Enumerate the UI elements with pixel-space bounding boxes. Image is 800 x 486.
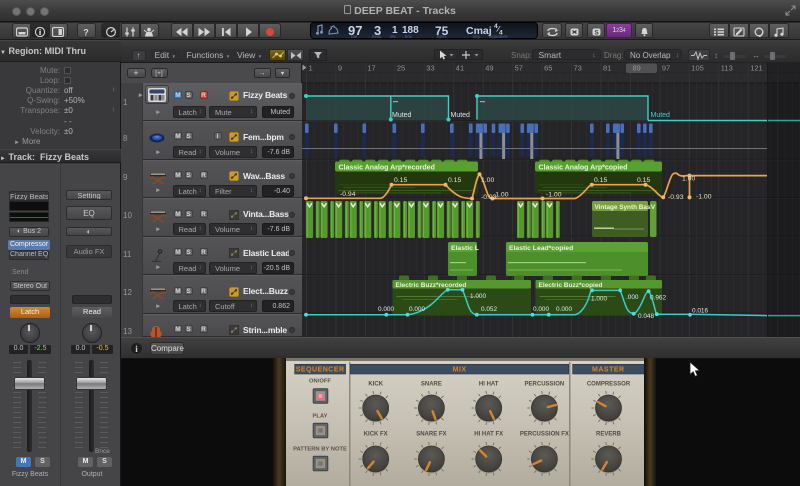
svg-text:113: 113 xyxy=(721,64,733,73)
svg-text:Muted: Muted xyxy=(392,112,412,119)
svg-text:1.000: 1.000 xyxy=(591,296,607,303)
svg-text:0.962: 0.962 xyxy=(650,295,666,302)
svg-text:0.000: 0.000 xyxy=(533,306,549,313)
svg-text:Muted: Muted xyxy=(451,112,471,119)
svg-text:SNARE FX: SNARE FX xyxy=(416,432,446,438)
svg-text:PLAY: PLAY xyxy=(313,414,328,420)
svg-text:0.15: 0.15 xyxy=(394,177,407,184)
svg-text:ON/OFF: ON/OFF xyxy=(309,379,331,385)
svg-text:V: V xyxy=(651,204,656,211)
svg-text:1: 1 xyxy=(309,64,313,73)
svg-text:1.00: 1.00 xyxy=(682,176,695,183)
svg-text:57: 57 xyxy=(515,64,523,73)
svg-text:PERCUSSION FX: PERCUSSION FX xyxy=(520,432,569,438)
svg-text:0.048: 0.048 xyxy=(638,313,654,320)
svg-text:81: 81 xyxy=(603,64,611,73)
svg-text:.000: .000 xyxy=(626,294,639,301)
svg-text:Vintage Synth Bas: Vintage Synth Bas xyxy=(595,204,651,211)
svg-text:REVERB: REVERB xyxy=(596,432,622,438)
svg-text:MIX: MIX xyxy=(453,367,467,374)
svg-text:HI HAT: HI HAT xyxy=(479,382,499,388)
svg-text:0.15: 0.15 xyxy=(448,177,461,184)
svg-text:97: 97 xyxy=(662,64,670,73)
svg-text:17: 17 xyxy=(367,64,375,73)
svg-text:1.00: 1.00 xyxy=(481,177,494,184)
svg-text:Electric Buzz*copied: Electric Buzz*copied xyxy=(539,282,603,289)
svg-text:MASTER: MASTER xyxy=(592,367,625,374)
svg-text:25: 25 xyxy=(397,64,405,73)
svg-text:121: 121 xyxy=(750,64,763,73)
svg-text:0.016: 0.016 xyxy=(692,308,708,315)
svg-text:0.000: 0.000 xyxy=(378,306,394,313)
svg-text:S: S xyxy=(594,29,599,36)
svg-text:0.000: 0.000 xyxy=(409,306,425,313)
svg-text:Classic Analog Arp*recorded: Classic Analog Arp*recorded xyxy=(339,165,435,172)
svg-text:0.15: 0.15 xyxy=(637,177,650,184)
svg-text:KICK: KICK xyxy=(368,382,383,388)
svg-text:PERCUSSION: PERCUSSION xyxy=(525,382,565,388)
svg-text:COMPRESSOR: COMPRESSOR xyxy=(587,382,631,388)
svg-text:Elastic Lead*copied: Elastic Lead*copied xyxy=(509,245,573,252)
svg-text:41: 41 xyxy=(456,64,464,73)
svg-text:Elastic L: Elastic L xyxy=(451,245,479,252)
svg-text:1.000: 1.000 xyxy=(470,293,486,300)
svg-text:49: 49 xyxy=(485,64,493,73)
svg-text:Muted: Muted xyxy=(651,112,671,119)
svg-text:SNARE: SNARE xyxy=(421,382,442,388)
svg-text:HI HAT FX: HI HAT FX xyxy=(474,432,503,438)
svg-text:73: 73 xyxy=(574,64,582,73)
svg-text:0.15: 0.15 xyxy=(594,177,607,184)
svg-text:65: 65 xyxy=(544,64,552,73)
svg-text:KICK FX: KICK FX xyxy=(364,432,388,438)
svg-text:?: ? xyxy=(83,27,89,37)
svg-text:9: 9 xyxy=(338,64,342,73)
svg-text:89: 89 xyxy=(633,64,641,73)
svg-text:Electric Buzz*recorded: Electric Buzz*recorded xyxy=(396,282,467,289)
svg-text:33: 33 xyxy=(426,64,434,73)
svg-text:105: 105 xyxy=(691,64,704,73)
svg-text:Classic Analog Arp*copied: Classic Analog Arp*copied xyxy=(539,165,628,172)
svg-text:PATTERN BY NOTE: PATTERN BY NOTE xyxy=(293,447,347,453)
svg-text:0.000: 0.000 xyxy=(556,306,572,313)
svg-text:0.052: 0.052 xyxy=(481,306,497,313)
svg-text:SEQUENCER: SEQUENCER xyxy=(296,367,345,374)
